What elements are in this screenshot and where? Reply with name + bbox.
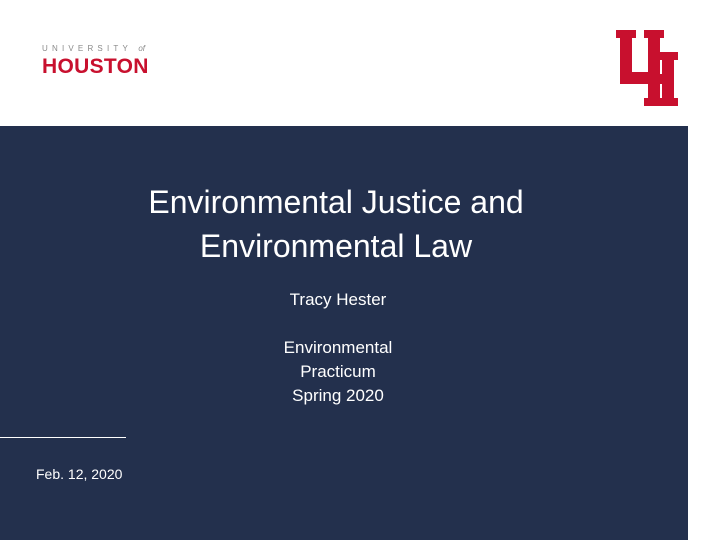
logo-university-text: UNIVERSITY <box>42 44 132 53</box>
slide-title-line: Environmental Justice and <box>148 184 524 220</box>
divider-line <box>0 437 126 438</box>
slide-subtitle: Tracy Hester Environmental Practicum Spr… <box>0 288 676 408</box>
slide-header: UNIVERSITY of HOUSTON <box>0 0 720 126</box>
slide-date: Feb. 12, 2020 <box>36 466 123 482</box>
logo-houston-text: HOUSTON <box>42 55 149 78</box>
course-line: Spring 2020 <box>292 386 384 405</box>
author-name: Tracy Hester <box>289 290 387 309</box>
logo-of-text: of <box>138 44 145 53</box>
course-line: Practicum <box>300 362 376 381</box>
university-logo-wordmark: UNIVERSITY of HOUSTON <box>42 44 149 78</box>
slide-title: Environmental Justice and Environmental … <box>0 180 672 268</box>
slide-title-line: Environmental Law <box>199 228 473 264</box>
uh-logo-icon <box>616 30 678 106</box>
course-line: Environmental <box>283 338 393 357</box>
